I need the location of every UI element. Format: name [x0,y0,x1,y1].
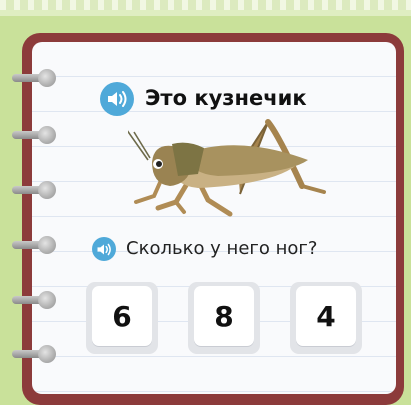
spiral-ring [12,69,56,87]
answer-label: 8 [194,286,254,346]
answer-option-2[interactable]: 8 [188,282,260,354]
spiral-ring [12,291,56,309]
spiral-ring [12,345,56,363]
answer-option-3[interactable]: 4 [290,282,362,354]
grasshopper-illustration [128,119,326,217]
speaker-icon [108,91,127,107]
answer-option-1[interactable]: 6 [86,282,158,354]
question-audio-button[interactable] [92,237,116,261]
spiral-ring [12,236,56,254]
question-text: Сколько у него ног? [126,238,318,259]
speaker-icon [97,243,111,255]
spiral-ring [12,126,56,144]
background-pattern [0,0,411,10]
answer-label: 4 [296,286,356,346]
spiral-ring [12,181,56,199]
answer-label: 6 [92,286,152,346]
